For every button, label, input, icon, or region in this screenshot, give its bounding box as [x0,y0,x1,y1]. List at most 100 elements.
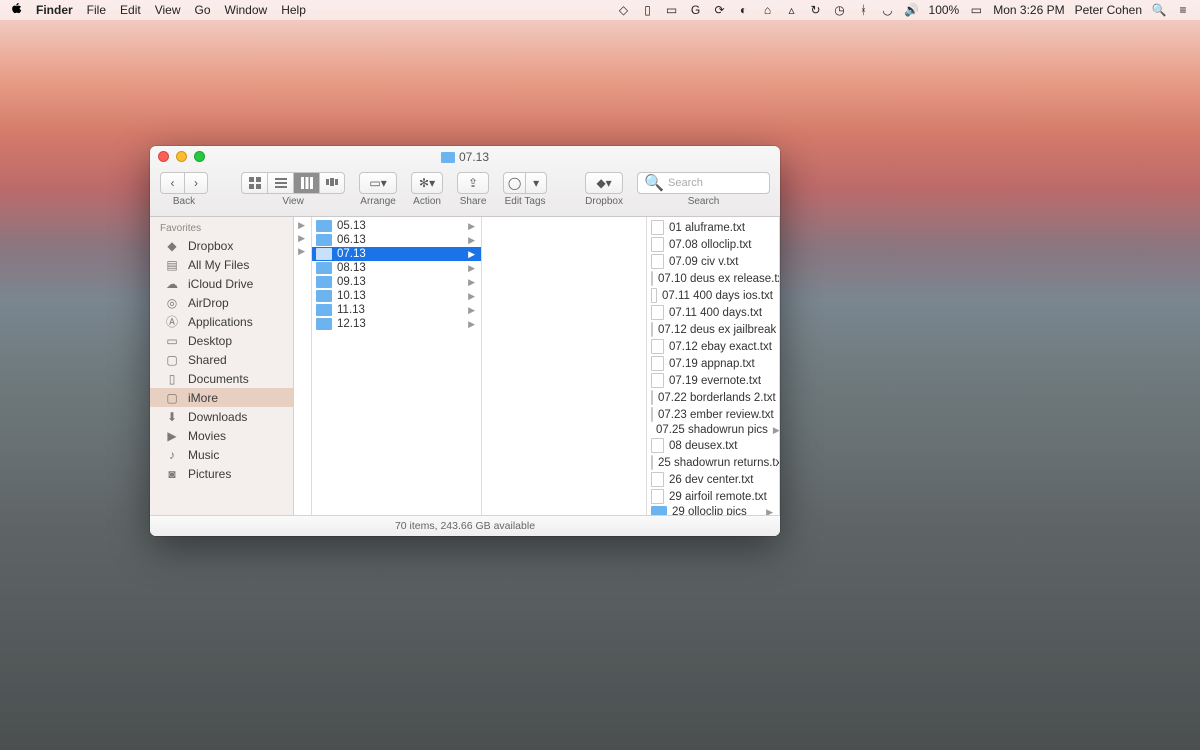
view-list-button[interactable] [267,172,293,194]
folder-row[interactable]: 07.13▶ [312,247,481,261]
item-name: 29 olloclip pics [672,506,747,515]
menu-view[interactable]: View [155,3,181,17]
menu-file[interactable]: File [87,3,106,17]
file-row[interactable]: 29 airfoil remote.txt [647,488,779,505]
minimize-button[interactable] [176,151,187,162]
sidebar-item-shared[interactable]: ▢Shared [150,350,293,369]
folder-row[interactable]: 10.13▶ [312,289,481,303]
sync-menulet-icon[interactable]: ⟳ [713,3,727,17]
sidebar-item-pictures[interactable]: ◙Pictures [150,464,293,483]
column1-arrow[interactable]: ▶ [294,219,311,232]
file-row[interactable]: 07.22 borderlands 2.txt [647,389,779,406]
file-row[interactable]: 07.11 400 days.txt [647,304,779,321]
wifi-icon[interactable]: ◡ [881,3,895,17]
view-columns-button[interactable] [293,172,319,194]
folder-row[interactable]: 11.13▶ [312,303,481,317]
g-menulet-icon[interactable]: G [689,3,703,17]
arrange-button[interactable]: ▭▾ [359,172,397,194]
battery-icon[interactable]: ▭ [969,3,983,17]
file-icon [651,356,664,371]
folder-icon [316,276,332,288]
display-menulet-icon[interactable]: ▭ [665,3,679,17]
menu-edit[interactable]: Edit [120,3,141,17]
folder-row[interactable]: 12.13▶ [312,317,481,331]
dropbox-toolbar-button[interactable]: ◆▾ [585,172,623,194]
search-field[interactable]: 🔍 [637,172,770,194]
file-row[interactable]: 07.19 evernote.txt [647,372,779,389]
menu-go[interactable]: Go [195,3,211,17]
back-button[interactable]: ‹ [160,172,184,194]
sidebar-item-all-my-files[interactable]: ▤All My Files [150,255,293,274]
forward-button[interactable]: › [184,172,208,194]
sidebar-item-dropbox[interactable]: ◆Dropbox [150,236,293,255]
sidebar-item-applications[interactable]: ⒶApplications [150,312,293,331]
share-button[interactable]: ⇪ [457,172,489,194]
file-row[interactable]: 07.23 ember review.txt [647,406,779,423]
edit-tags-dropdown[interactable]: ▾ [525,172,547,194]
sidebar-item-movies[interactable]: ▶Movies [150,426,293,445]
edit-tags-button[interactable]: ◯ [503,172,525,194]
action-button[interactable]: ✻▾ [411,172,443,194]
calendar-menulet-icon[interactable]: ▯ [641,3,655,17]
zoom-button[interactable] [194,151,205,162]
clock-icon[interactable]: ◷ [833,3,847,17]
sidebar-item-documents[interactable]: ▯Documents [150,369,293,388]
titlebar[interactable]: 07.13 [150,146,780,168]
sidebar-item-downloads[interactable]: ⬇Downloads [150,407,293,426]
sidebar-item-label: Documents [188,372,249,386]
folder-icon [316,248,332,260]
close-button[interactable] [158,151,169,162]
menubar: Finder File Edit View Go Window Help ◇ ▯… [0,0,1200,20]
file-row[interactable]: 07.12 ebay exact.txt [647,338,779,355]
item-name: 07.11 400 days.txt [669,307,762,319]
sidebar-item-imore[interactable]: ▢iMore [150,388,293,407]
column-2: 05.13▶06.13▶07.13▶08.13▶09.13▶10.13▶11.1… [312,217,482,515]
file-row[interactable]: 01 aluframe.txt [647,219,779,236]
folder-icon [441,152,455,163]
column1-arrow[interactable]: ▶ [294,232,311,245]
user-name[interactable]: Peter Cohen [1075,3,1142,17]
folder-row[interactable]: 05.13▶ [312,219,481,233]
battery-percent[interactable]: 100% [929,3,960,17]
view-icons-button[interactable] [241,172,267,194]
file-row[interactable]: 07.19 appnap.txt [647,355,779,372]
search-input[interactable] [668,177,763,189]
file-row[interactable]: 07.10 deus ex release.txt [647,270,779,287]
sidebar-item-desktop[interactable]: ▭Desktop [150,331,293,350]
column1-arrow[interactable]: ▶ [294,245,311,258]
time-machine-icon[interactable]: ↻ [809,3,823,17]
sidebar-item-music[interactable]: ♪Music [150,445,293,464]
file-row[interactable]: 07.09 civ v.txt [647,253,779,270]
item-name: 10.13 [337,290,366,302]
file-row[interactable]: 07.11 400 days ios.txt [647,287,779,304]
sidebar-item-label: iCloud Drive [188,277,253,291]
sidebar-item-airdrop[interactable]: ◎AirDrop [150,293,293,312]
spotlight-icon[interactable]: 🔍 [1152,3,1166,17]
menu-window[interactable]: Window [225,3,268,17]
clock-text[interactable]: Mon 3:26 PM [993,3,1064,17]
file-row[interactable]: 26 dev center.txt [647,471,779,488]
home-menulet-icon[interactable]: ⌂ [761,3,775,17]
folder-row[interactable]: 09.13▶ [312,275,481,289]
folder-row[interactable]: 08.13▶ [312,261,481,275]
view-coverflow-button[interactable] [319,172,345,194]
sidebar-item-icloud-drive[interactable]: ☁iCloud Drive [150,274,293,293]
volume-icon[interactable]: 🔊 [905,3,919,17]
folder-row[interactable]: 06.13▶ [312,233,481,247]
menu-help[interactable]: Help [281,3,306,17]
file-row[interactable]: 07.08 olloclip.txt [647,236,779,253]
file-row[interactable]: 25 shadowrun returns.txt [647,454,779,471]
file-row[interactable]: 07.12 deus ex jailbreak fix.txt [647,321,779,338]
item-name: 26 dev center.txt [669,474,753,486]
file-row[interactable]: 08 deusex.txt [647,437,779,454]
folder-row[interactable]: 29 olloclip pics▶ [647,505,779,515]
notification-center-icon[interactable]: ≡ [1176,3,1190,17]
menu-app-name[interactable]: Finder [36,3,73,17]
bluetooth-icon[interactable]: ᚼ [857,3,871,17]
folder-row[interactable]: 07.25 shadowrun pics▶ [647,423,779,437]
view-switcher[interactable] [241,172,345,194]
creative-cloud-icon[interactable]: ◐ [737,3,751,17]
airplay-icon[interactable]: ▵ [785,3,799,17]
dropbox-menulet-icon[interactable]: ◇ [617,3,631,17]
apple-menu[interactable] [10,2,22,19]
